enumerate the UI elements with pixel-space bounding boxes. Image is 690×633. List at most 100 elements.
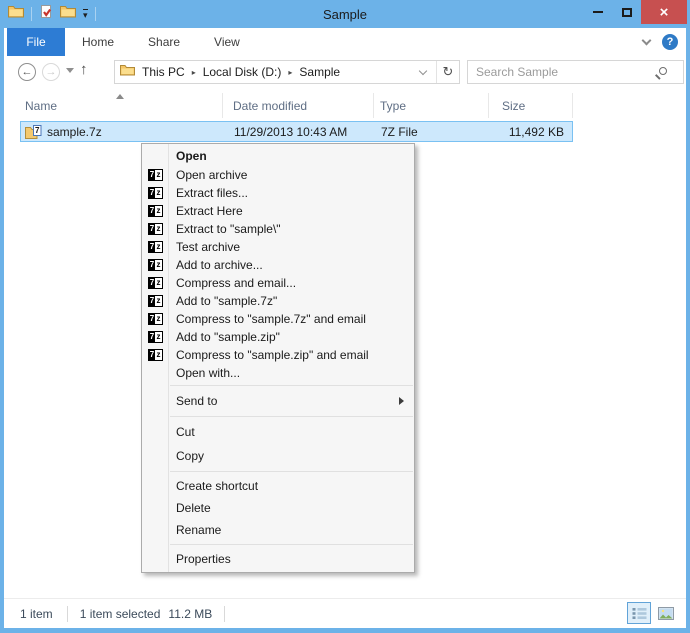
- address-bar[interactable]: This PC ▸ Local Disk (D:) ▸ Sample ↻: [114, 60, 460, 84]
- file-size: 11,492 KB: [508, 125, 564, 139]
- divider: [224, 605, 226, 622]
- quick-access-toolbar: ▾: [8, 0, 96, 28]
- tab-file[interactable]: File: [7, 28, 65, 56]
- tab-view[interactable]: View: [197, 28, 257, 56]
- 7zip-icon: 7z: [148, 277, 163, 289]
- menu-item-compress-to-sample-7z-and-email[interactable]: 7z Compress to "sample.7z" and email: [142, 310, 414, 328]
- 7zip-icon: 7z: [148, 187, 163, 199]
- svg-text:7: 7: [35, 126, 40, 135]
- menu-item-delete[interactable]: Delete: [142, 497, 414, 519]
- menu-item-extract-to-sample[interactable]: 7z Extract to "sample\": [142, 220, 414, 238]
- address-dropdown-icon[interactable]: [418, 66, 428, 76]
- minimize-button[interactable]: [583, 0, 612, 24]
- window-controls: ×: [583, 0, 687, 24]
- 7zip-icon: 7z: [148, 295, 163, 307]
- tab-home[interactable]: Home: [65, 28, 131, 56]
- menu-item-extract-files[interactable]: 7z Extract files...: [142, 184, 414, 202]
- column-header-size[interactable]: Size: [502, 99, 525, 113]
- properties-check-icon[interactable]: [39, 4, 53, 24]
- submenu-arrow-icon: [399, 397, 404, 405]
- expand-ribbon-icon[interactable]: [641, 35, 652, 46]
- 7zip-icon: 7z: [148, 223, 163, 235]
- item-count: 1 item: [20, 606, 53, 621]
- up-button[interactable]: ↑: [80, 61, 88, 78]
- menu-separator: [170, 385, 413, 386]
- selection-size: 11.2 MB: [168, 606, 213, 621]
- 7zip-icon: 7z: [148, 331, 163, 343]
- customize-toolbar-dropdown-icon[interactable]: ▾: [83, 8, 88, 20]
- back-button[interactable]: ←: [18, 63, 36, 81]
- forward-button: →: [42, 63, 60, 81]
- status-bar: 1 item 1 item selected 11.2 MB: [4, 598, 686, 628]
- refresh-icon[interactable]: ↻: [437, 64, 459, 80]
- navigation-toolbar: ← → ↑ This PC ▸ Local Disk (D:) ▸ Sample…: [4, 56, 686, 88]
- view-switcher: [627, 602, 678, 624]
- column-resize-handle[interactable]: [222, 93, 223, 118]
- selection-count: 1 item selected: [79, 606, 161, 621]
- menu-item-open-archive[interactable]: 7z Open archive: [142, 166, 414, 184]
- column-header-type[interactable]: Type: [380, 99, 406, 113]
- menu-item-open-with[interactable]: Open with...: [142, 364, 414, 382]
- column-header-row: Name Date modified Type Size: [4, 93, 686, 119]
- menu-separator: [170, 416, 413, 417]
- sort-ascending-icon: [116, 94, 124, 99]
- ribbon-tab-row: File Home Share View ?: [4, 28, 686, 56]
- search-box: [467, 60, 684, 84]
- column-header-date-modified[interactable]: Date modified: [233, 99, 307, 113]
- menu-item-add-to-sample-zip[interactable]: 7z Add to "sample.zip": [142, 328, 414, 346]
- menu-item-send-to[interactable]: Send to: [142, 389, 414, 413]
- search-input[interactable]: [476, 62, 656, 82]
- file-name: sample.7z: [47, 125, 102, 139]
- breadcrumb-local-disk-d[interactable]: Local Disk (D:): [200, 65, 285, 79]
- help-icon[interactable]: ?: [662, 34, 678, 50]
- menu-separator: [170, 471, 413, 472]
- new-folder-icon[interactable]: [60, 5, 76, 23]
- recent-locations-dropdown-icon[interactable]: [66, 68, 74, 73]
- close-button[interactable]: ×: [641, 0, 687, 24]
- 7zip-icon: 7z: [148, 169, 163, 181]
- menu-item-open[interactable]: Open: [142, 146, 414, 166]
- breadcrumb-separator-icon[interactable]: ▸: [188, 68, 200, 77]
- 7zip-icon: 7z: [148, 205, 163, 217]
- app-folder-icon: [8, 5, 24, 23]
- tab-share[interactable]: Share: [131, 28, 197, 56]
- maximize-button[interactable]: [612, 0, 641, 24]
- breadcrumb-sample[interactable]: Sample: [296, 65, 343, 79]
- menu-separator: [170, 544, 413, 545]
- file-date-modified: 11/29/2013 10:43 AM: [234, 125, 348, 139]
- breadcrumb-separator-icon[interactable]: ▸: [284, 68, 296, 77]
- toolbar-separator: [94, 7, 96, 21]
- explorer-window: ▾ Sample × File Home Share View ? ← → ↑: [0, 0, 690, 633]
- file-row-sample-7z[interactable]: 7 sample.7z 11/29/2013 10:43 AM 7Z File …: [20, 121, 573, 142]
- address-folder-icon: [120, 63, 135, 81]
- column-resize-handle[interactable]: [572, 93, 573, 118]
- 7z-file-icon: 7: [25, 125, 42, 142]
- menu-item-test-archive[interactable]: 7z Test archive: [142, 238, 414, 256]
- column-resize-handle[interactable]: [373, 93, 374, 118]
- thumbnails-view-button[interactable]: [654, 602, 678, 624]
- 7zip-icon: 7z: [148, 259, 163, 271]
- 7zip-icon: 7z: [148, 241, 163, 253]
- menu-item-extract-here[interactable]: 7z Extract Here: [142, 202, 414, 220]
- menu-item-cut[interactable]: Cut: [142, 420, 414, 444]
- menu-item-add-to-sample-7z[interactable]: 7z Add to "sample.7z": [142, 292, 414, 310]
- context-menu: Open 7z Open archive 7z Extract files...…: [141, 143, 415, 573]
- menu-item-add-to-archive[interactable]: 7z Add to archive...: [142, 256, 414, 274]
- menu-item-copy[interactable]: Copy: [142, 444, 414, 468]
- breadcrumb-this-pc[interactable]: This PC: [139, 65, 188, 79]
- file-type: 7Z File: [381, 125, 418, 139]
- 7zip-icon: 7z: [148, 349, 163, 361]
- column-resize-handle[interactable]: [488, 93, 489, 118]
- column-header-name[interactable]: Name: [25, 99, 57, 113]
- menu-item-rename[interactable]: Rename: [142, 519, 414, 541]
- toolbar-separator: [31, 7, 32, 21]
- title-bar: ▾ Sample ×: [0, 0, 690, 28]
- menu-item-create-shortcut[interactable]: Create shortcut: [142, 475, 414, 497]
- 7zip-icon: 7z: [148, 313, 163, 325]
- menu-item-compress-and-email[interactable]: 7z Compress and email...: [142, 274, 414, 292]
- menu-item-compress-to-sample-zip-and-email[interactable]: 7z Compress to "sample.zip" and email: [142, 346, 414, 364]
- details-view-button[interactable]: [627, 602, 651, 624]
- divider: [66, 605, 68, 622]
- menu-item-properties[interactable]: Properties: [142, 548, 414, 570]
- search-icon[interactable]: [659, 67, 667, 75]
